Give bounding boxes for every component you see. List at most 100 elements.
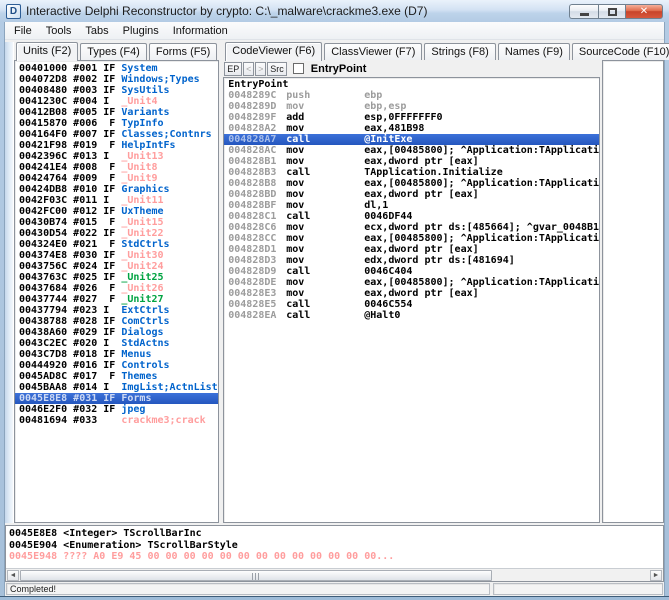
unit-row-sysutils[interactable]: 00408480 #003 IF SysUtils: [19, 85, 218, 96]
unit-row-unit13[interactable]: 0042396C #013 I _Unit13: [19, 151, 218, 162]
menu-item-file[interactable]: File: [7, 23, 39, 39]
unit-row-menus[interactable]: 0043C7D8 #018 IF Menus: [19, 349, 218, 360]
nav-forward-button[interactable]: >: [255, 62, 266, 76]
unit-row-system[interactable]: 00401000 #001 IF System: [19, 63, 218, 74]
unit-row-meta: 00437744 #027 F: [19, 294, 121, 305]
unit-row-unit30[interactable]: 004374E8 #030 IF _Unit30: [19, 250, 218, 261]
tab-sourcecode-f10[interactable]: SourceCode (F10): [572, 43, 669, 60]
code-line-004828d9[interactable]: 004828D9call0046C404: [228, 266, 599, 277]
unit-row-unit26[interactable]: 00437684 #026 F _Unit26: [19, 283, 218, 294]
unit-row-extctrls[interactable]: 00437794 #023 I ExtCtrls: [19, 305, 218, 316]
code-line-004828a7[interactable]: 004828A7call@InitExe: [224, 134, 599, 145]
unit-row-helpintfs[interactable]: 00421F98 #019 F HelpIntFs: [19, 140, 218, 151]
menu-item-plugins[interactable]: Plugins: [116, 23, 166, 39]
unit-row-dialogs[interactable]: 00438A60 #029 IF Dialogs: [19, 327, 218, 338]
code-line-004828de[interactable]: 004828DEmoveax,[00485800]; ^Application:…: [228, 277, 599, 288]
unit-row-themes[interactable]: 0045AD8C #017 F Themes: [19, 371, 218, 382]
unit-row-comctrls[interactable]: 00438788 #028 IF ComCtrls: [19, 316, 218, 327]
code-line-004828cc[interactable]: 004828CCmoveax,[00485800]; ^Application:…: [228, 233, 599, 244]
maximize-button[interactable]: [598, 4, 625, 19]
menu-item-tools[interactable]: Tools: [39, 23, 79, 39]
unit-row-graphics[interactable]: 00424DB8 #010 IF Graphics: [19, 184, 218, 195]
code-line-004828b3[interactable]: 004828B3callTApplication.Initialize: [228, 167, 599, 178]
tab-strings-f8[interactable]: Strings (F8): [424, 43, 495, 60]
unit-name: Windows;Types: [121, 74, 199, 85]
tab-units-f2[interactable]: Units (F2): [16, 42, 78, 61]
unit-row-unit11[interactable]: 0042F03C #011 I _Unit11: [19, 195, 218, 206]
unit-row-unit15[interactable]: 00430B74 #015 F _Unit15: [19, 217, 218, 228]
unit-row-typinfo[interactable]: 00415870 #006 F TypInfo: [19, 118, 218, 129]
unit-row-uxtheme[interactable]: 0042FC00 #012 IF UxTheme: [19, 206, 218, 217]
nav-back-button[interactable]: <: [243, 62, 254, 76]
code-header-line[interactable]: EntryPoint: [228, 79, 599, 90]
code-line-004828ea[interactable]: 004828EAcall@Halt0: [228, 310, 599, 321]
unit-row-classes-contnrs[interactable]: 004164F0 #007 IF Classes;Contnrs: [19, 129, 218, 140]
unit-row-forms[interactable]: 0045E8E8 #031 IF Forms: [15, 393, 218, 404]
info-line[interactable]: 0045E904 <Enumeration> TScrollBarStyle: [9, 540, 663, 552]
unit-row-unit8[interactable]: 004241E4 #008 F _Unit8: [19, 162, 218, 173]
code-line-0048289f[interactable]: 0048289Faddesp,0FFFFFFF0: [228, 112, 599, 123]
unit-row-meta: 004374E8 #030 IF: [19, 250, 121, 261]
code-line-004828b1[interactable]: 004828B1moveax,dword ptr [eax]: [228, 156, 599, 167]
right-panel: CodeViewer (F6)ClassViewer (F7)Strings (…: [220, 42, 664, 523]
code-line-0048289c[interactable]: 0048289Cpushebp: [228, 90, 599, 101]
unit-row-jpeg[interactable]: 0046E2F0 #032 IF jpeg: [19, 404, 218, 415]
unit-row-unit24[interactable]: 0043756C #024 IF _Unit24: [19, 261, 218, 272]
scroll-right-arrow-icon[interactable]: ►: [650, 570, 662, 581]
code-line-004828c1[interactable]: 004828C1call0046DF44: [228, 211, 599, 222]
tab-forms-f5[interactable]: Forms (F5): [149, 43, 217, 60]
unit-row-unit25[interactable]: 0043763C #025 IF _Unit25: [19, 272, 218, 283]
ep-button[interactable]: EP: [224, 62, 242, 76]
horizontal-scrollbar[interactable]: ◄ ►: [6, 568, 663, 581]
code-line-004828ac[interactable]: 004828ACmoveax,[00485800]; ^Application:…: [228, 145, 599, 156]
code-line-0048289d[interactable]: 0048289Dmovebp,esp: [228, 101, 599, 112]
info-line[interactable]: 0045E948 ???? A0 E9 45 00 00 00 00 00 00…: [9, 551, 663, 563]
code-address: 004828B3: [228, 167, 286, 178]
code-operands: eax,dword ptr [eax]: [364, 156, 599, 167]
status-bar: Completed!: [5, 582, 664, 596]
code-operands: 0046DF44: [364, 211, 599, 222]
code-line-004828b8[interactable]: 004828B8moveax,[00485800]; ^Application:…: [228, 178, 599, 189]
unit-row-meta: 0045AD8C #017 F: [19, 371, 121, 382]
unit-row-windows-types[interactable]: 004072D8 #002 IF Windows;Types: [19, 74, 218, 85]
code-line-004828c6[interactable]: 004828C6movecx,dword ptr ds:[485664]; ^g…: [228, 222, 599, 233]
unit-row-unit9[interactable]: 00424764 #009 F _Unit9: [19, 173, 218, 184]
unit-row-unit4[interactable]: 0041230C #004 I _Unit4: [19, 96, 218, 107]
unit-row-crackme3-crack[interactable]: 00481694 #033 crackme3;crack: [19, 415, 218, 426]
code-line-004828bd[interactable]: 004828BDmoveax,dword ptr [eax]: [228, 189, 599, 200]
menu-item-tabs[interactable]: Tabs: [78, 23, 115, 39]
unit-row-imglist-actnlist[interactable]: 0045BAA8 #014 I ImgList;ActnList: [19, 382, 218, 393]
code-address: 004828A7: [228, 134, 286, 145]
code-line-004828d3[interactable]: 004828D3movedx,dword ptr ds:[481694]: [228, 255, 599, 266]
unit-name: _Unit9: [121, 173, 157, 184]
code-operands: eax,[00485800]; ^Application:TApplicatio…: [364, 233, 599, 244]
unit-row-stdctrls[interactable]: 004324E0 #021 F StdCtrls: [19, 239, 218, 250]
code-line-004828bf[interactable]: 004828BFmovdl,1: [228, 200, 599, 211]
code-line-004828d1[interactable]: 004828D1moveax,dword ptr [eax]: [228, 244, 599, 255]
scroll-left-arrow-icon[interactable]: ◄: [7, 570, 19, 581]
unit-row-meta: 0046E2F0 #032 IF: [19, 404, 121, 415]
minimize-button[interactable]: [569, 4, 598, 19]
unit-row-unit27[interactable]: 00437744 #027 F _Unit27: [19, 294, 218, 305]
close-button[interactable]: ✕: [625, 4, 663, 19]
scrollbar-thumb[interactable]: [20, 570, 492, 581]
code-line-004828e3[interactable]: 004828E3moveax,dword ptr [eax]: [228, 288, 599, 299]
tab-names-f9[interactable]: Names (F9): [498, 43, 570, 60]
unit-row-variants[interactable]: 00412B08 #005 IF Variants: [19, 107, 218, 118]
code-line-004828e5[interactable]: 004828E5call0046C554: [228, 299, 599, 310]
unit-row-meta: 0042396C #013 I: [19, 151, 121, 162]
unit-row-controls[interactable]: 00444920 #016 IF Controls: [19, 360, 218, 371]
code-line-004828a2[interactable]: 004828A2moveax,481B98: [228, 123, 599, 134]
menu-item-information[interactable]: Information: [166, 23, 235, 39]
info-line[interactable]: 0045E8E8 <Integer> TScrollBarInc: [9, 528, 663, 540]
window-title: Interactive Delphi Reconstructor by cryp…: [26, 4, 427, 18]
tab-codeviewer-f6[interactable]: CodeViewer (F6): [225, 42, 322, 61]
tab-classviewer-f7[interactable]: ClassViewer (F7): [324, 43, 422, 60]
entrypoint-checkbox[interactable]: [293, 63, 304, 74]
title-bar[interactable]: D Interactive Delphi Reconstructor by cr…: [0, 0, 669, 22]
unit-row-stdactns[interactable]: 0043C2EC #020 I StdActns: [19, 338, 218, 349]
tab-types-f4[interactable]: Types (F4): [80, 43, 147, 60]
src-button[interactable]: Src: [267, 62, 287, 76]
left-scroll-strip[interactable]: [5, 42, 14, 523]
unit-row-unit22[interactable]: 00430D54 #022 IF _Unit22: [19, 228, 218, 239]
